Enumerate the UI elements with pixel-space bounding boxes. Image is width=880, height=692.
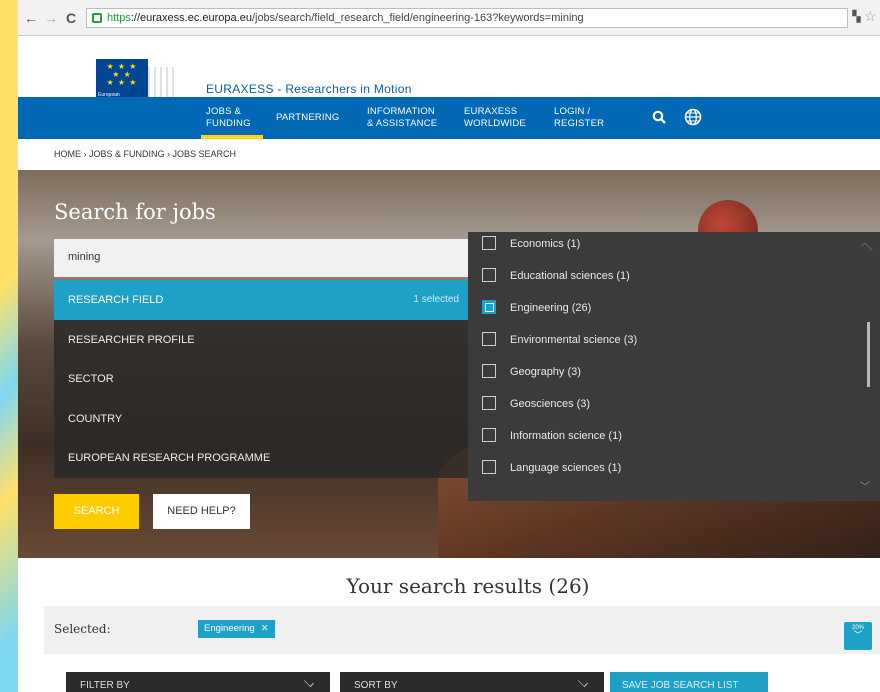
checkbox-label: Engineering (26) bbox=[510, 302, 592, 314]
search-icon[interactable] bbox=[652, 110, 666, 124]
list-item[interactable]: Educational sciences (1) bbox=[480, 260, 860, 292]
nav-item-login[interactable]: LOGIN / REGISTER bbox=[554, 106, 604, 130]
nav-item-label: LOGIN / bbox=[554, 106, 591, 117]
checkbox[interactable] bbox=[482, 460, 496, 474]
filter-by-dropdown[interactable]: FILTER BY bbox=[66, 672, 330, 692]
breadcrumb[interactable]: HOME › JOBS & FUNDING › JOBS SEARCH bbox=[54, 149, 236, 159]
nav-item-information[interactable]: INFORMATION & ASSISTANCE bbox=[367, 106, 437, 130]
checkbox[interactable] bbox=[482, 428, 496, 442]
dropdown-scroll-thumb[interactable] bbox=[867, 322, 870, 387]
nav-item-label: EURAXESS bbox=[464, 106, 518, 117]
list-item[interactable]: Geosciences (3) bbox=[480, 388, 860, 420]
facet-label: RESEARCH FIELD bbox=[68, 294, 164, 306]
eu-stars-icon: ★ ★ ★ ★ ★ ★ ★ ★ bbox=[106, 62, 138, 87]
back-arrow-icon[interactable]: ← bbox=[24, 10, 38, 26]
checkbox-label: Language sciences (1) bbox=[510, 462, 622, 474]
save-job-search-list-button[interactable]: SAVE JOB SEARCH LIST bbox=[610, 672, 768, 692]
page-title: Search for jobs bbox=[54, 200, 216, 224]
sort-by-dropdown[interactable]: SORT BY bbox=[340, 672, 604, 692]
chevron-down-icon bbox=[304, 677, 314, 687]
site-header: ★ ★ ★★ ★★ ★ ★ European Commission EURAXE… bbox=[18, 37, 880, 107]
checkbox-label: Geosciences (3) bbox=[510, 398, 591, 410]
checkbox[interactable] bbox=[482, 396, 496, 410]
filter-by-label: FILTER BY bbox=[80, 680, 130, 691]
main-nav: JOBS & FUNDING PARTNERING INFORMATION & … bbox=[18, 97, 880, 139]
facet-selected-count: 1 selected bbox=[413, 294, 459, 305]
keyword-search-input[interactable]: mining bbox=[54, 239, 474, 277]
chevron-down-icon: ﹀ bbox=[853, 630, 863, 640]
forward-arrow-icon[interactable]: → bbox=[44, 10, 58, 26]
nav-item-label: INFORMATION bbox=[367, 106, 435, 117]
bookmark-star-icon[interactable]: ☆ bbox=[864, 8, 877, 25]
nav-item-partnering[interactable]: PARTNERING bbox=[276, 112, 339, 124]
facet-label: EUROPEAN RESEARCH PROGRAMME bbox=[68, 452, 271, 464]
facet-label: SECTOR bbox=[68, 373, 114, 385]
url-scheme: https bbox=[107, 12, 131, 24]
checkbox[interactable] bbox=[482, 364, 496, 378]
selected-label: Selected: bbox=[54, 622, 111, 636]
selected-filters-bar: Selected: Engineering ✕ 20% ﹀ bbox=[44, 606, 880, 654]
facet-european-research-programme[interactable]: EUROPEAN RESEARCH PROGRAMME bbox=[54, 438, 469, 478]
site-title: EURAXESS - Researchers in Motion bbox=[206, 82, 412, 96]
nav-item-worldwide[interactable]: EURAXESS WORLDWIDE bbox=[464, 106, 526, 130]
reload-icon[interactable]: C bbox=[66, 10, 76, 26]
checkbox-checked[interactable] bbox=[482, 300, 496, 314]
close-icon[interactable]: ✕ bbox=[261, 623, 269, 634]
nav-item-label: WORLDWIDE bbox=[464, 118, 526, 129]
facet-label: COUNTRY bbox=[68, 412, 123, 425]
facet-label: RESEARCHER PROFILE bbox=[68, 333, 195, 346]
list-item[interactable]: Geography (3) bbox=[480, 356, 860, 388]
nav-item-label: PARTNERING bbox=[276, 112, 340, 123]
checkbox[interactable] bbox=[482, 268, 496, 282]
nav-item-jobs-funding[interactable]: JOBS & FUNDING bbox=[206, 106, 251, 130]
scroll-down-chevron-icon[interactable]: ﹀ bbox=[860, 478, 870, 493]
scroll-progress-button[interactable]: 20% ﹀ bbox=[844, 622, 872, 650]
list-item[interactable]: Language sciences (1) bbox=[480, 452, 860, 484]
url-path: /jobs/search/field_research_field/engine… bbox=[251, 12, 584, 24]
address-bar[interactable]: https://euraxess.ec.europa.eu/jobs/searc… bbox=[86, 8, 848, 28]
search-button[interactable]: SEARCH bbox=[54, 494, 139, 529]
nav-item-label: REGISTER bbox=[554, 118, 605, 129]
list-item[interactable]: Economics (1) bbox=[480, 232, 860, 260]
checkbox-label: Educational sciences (1) bbox=[510, 270, 630, 282]
facet-research-field[interactable]: RESEARCH FIELD 1 selected bbox=[54, 280, 477, 320]
chevron-down-icon bbox=[578, 677, 588, 687]
globe-icon[interactable] bbox=[684, 108, 702, 126]
facet-researcher-profile[interactable]: RESEARCHER PROFILE bbox=[54, 319, 469, 359]
lock-icon bbox=[92, 13, 102, 23]
research-field-dropdown[interactable]: Economics (1) Educational sciences (1) E… bbox=[468, 232, 880, 501]
checkbox-label: Geography (3) bbox=[510, 366, 581, 378]
checkbox-label: Economics (1) bbox=[510, 238, 581, 250]
need-help-button[interactable]: NEED HELP? bbox=[153, 494, 250, 529]
translate-icon[interactable]: ▝▖ bbox=[848, 10, 865, 23]
chip-label: Engineering bbox=[204, 623, 255, 634]
checkbox-label: Information science (1) bbox=[510, 430, 622, 442]
sort-by-label: SORT BY bbox=[354, 680, 398, 691]
checkbox[interactable] bbox=[482, 332, 496, 346]
results-title: Your search results (26) bbox=[346, 574, 590, 598]
list-item[interactable]: Engineering (26) bbox=[480, 292, 860, 324]
list-item[interactable]: Information science (1) bbox=[480, 420, 860, 452]
browser-toolbar: ← → C https://euraxess.ec.europa.eu/jobs… bbox=[18, 0, 880, 36]
list-item[interactable]: Environmental science (3) bbox=[480, 324, 860, 356]
nav-item-label: & ASSISTANCE bbox=[367, 118, 438, 129]
facet-sector[interactable]: SECTOR bbox=[54, 359, 469, 399]
checkbox-label: Environmental science (3) bbox=[510, 334, 638, 346]
nav-item-label: FUNDING bbox=[206, 118, 251, 129]
browser-window: ← → C https://euraxess.ec.europa.eu/jobs… bbox=[18, 0, 880, 692]
filter-chip-engineering[interactable]: Engineering ✕ bbox=[198, 620, 275, 638]
facet-country[interactable]: COUNTRY bbox=[54, 398, 469, 438]
checkbox[interactable] bbox=[482, 236, 496, 250]
nav-item-label: JOBS & bbox=[206, 106, 241, 117]
url-host: ://euraxess.ec.europa.eu bbox=[130, 12, 252, 24]
nav-active-indicator bbox=[201, 135, 263, 139]
